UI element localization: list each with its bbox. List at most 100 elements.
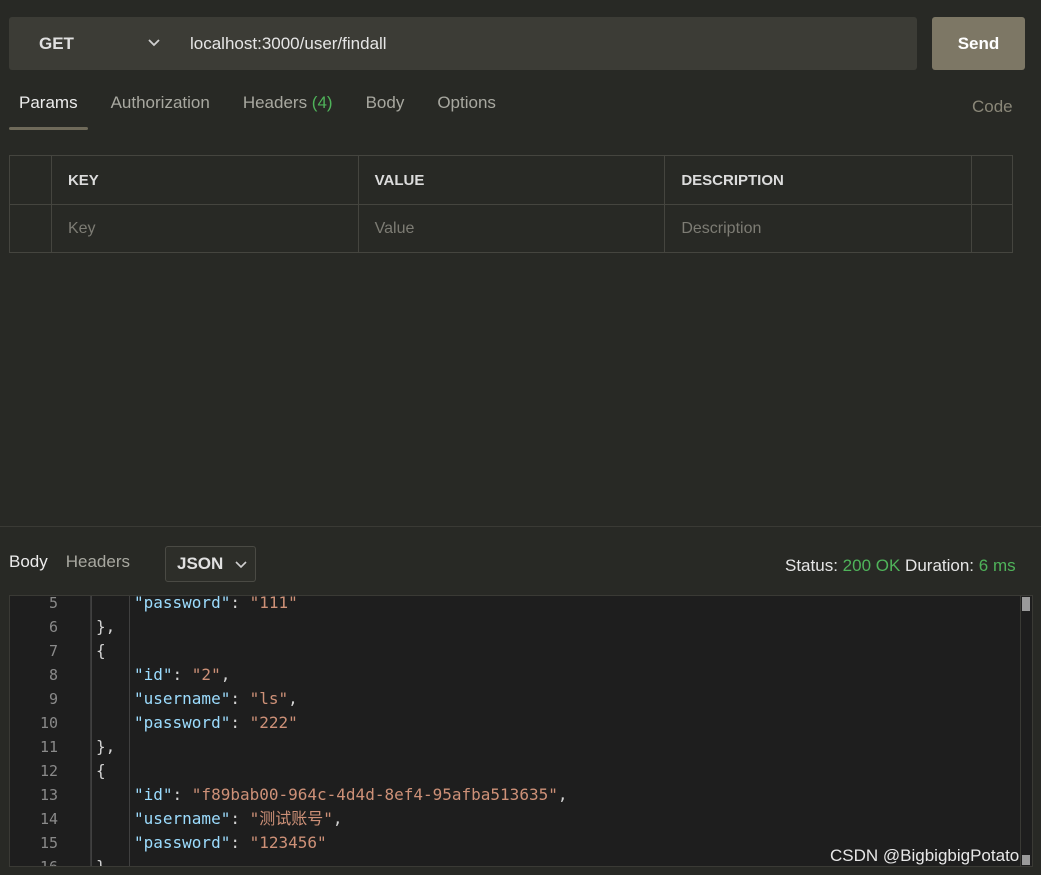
code-line: 14 "username": "测试账号",	[10, 807, 1020, 831]
json-string: "测试账号"	[249, 809, 333, 828]
format-select-label: JSON	[177, 554, 224, 573]
response-tab-body[interactable]: Body	[9, 552, 48, 572]
code-text: {	[96, 639, 106, 663]
chevron-down-icon	[147, 33, 161, 51]
tab-authorization[interactable]: Authorization	[101, 88, 220, 130]
response-status: Status: 200 OK Duration: 6 ms	[785, 556, 1016, 576]
response-body-editor[interactable]: 5 "password": "111" 6}, 7{8 "id": "2", 9 "user…	[9, 595, 1033, 867]
scrollbar-thumb[interactable]	[1022, 597, 1030, 611]
json-key: "password"	[134, 713, 231, 732]
request-bar: GET localhost:3000/user/findall	[9, 17, 917, 70]
code-line: 11},	[10, 735, 1020, 759]
response-tab-headers[interactable]: Headers	[66, 552, 130, 572]
code-line: 7{	[10, 639, 1020, 663]
code-text: "password": "222"	[134, 711, 298, 735]
params-table: KEY VALUE DESCRIPTION Key Value Descript…	[9, 155, 1013, 253]
line-number: 13	[39, 786, 58, 804]
code-text: "password": "111"	[134, 595, 298, 615]
json-punctuation: {	[96, 641, 106, 660]
code-text: "id": "2",	[134, 663, 230, 687]
headers-count-badge: (4)	[311, 93, 333, 112]
line-number: 6	[48, 618, 58, 636]
format-select[interactable]: JSON	[165, 546, 256, 582]
code-text: "username": "测试账号",	[134, 807, 343, 831]
code-line: 8 "id": "2",	[10, 663, 1020, 687]
actions-column-header	[971, 156, 1012, 204]
row-actions	[971, 205, 1012, 253]
code-line: 10 "password": "222"	[10, 711, 1020, 735]
code-text: }	[96, 855, 106, 866]
tab-body[interactable]: Body	[356, 88, 415, 130]
line-number: 7	[48, 642, 58, 660]
json-punctuation: :	[230, 833, 250, 852]
json-punctuation: ,	[557, 785, 568, 804]
json-punctuation: :	[230, 809, 250, 828]
json-punctuation: {	[96, 761, 106, 780]
response-tabs: Body Headers	[9, 552, 148, 572]
value-input[interactable]: Value	[357, 205, 665, 253]
chevron-down-icon	[235, 557, 247, 572]
json-punctuation: ,	[288, 689, 298, 708]
json-punctuation: :	[230, 713, 250, 732]
json-punctuation: },	[96, 737, 116, 756]
status-label: Status:	[785, 556, 838, 575]
line-number: 14	[39, 810, 58, 828]
json-string: "ls"	[249, 689, 289, 708]
request-tabs: Params Authorization Headers (4) Body Op…	[9, 88, 519, 130]
json-key: "id"	[134, 665, 173, 684]
code-text: "id": "f89bab00-964c-4d4d-8ef4-95afba513…	[134, 783, 567, 807]
json-key: "password"	[134, 595, 231, 612]
duration-label: Duration:	[905, 556, 975, 575]
description-input[interactable]: Description	[664, 205, 971, 253]
tab-params[interactable]: Params	[9, 88, 88, 130]
code-line: 6},	[10, 615, 1020, 639]
json-string: "222"	[249, 713, 298, 732]
json-key: "id"	[134, 785, 173, 804]
params-header-row: KEY VALUE DESCRIPTION	[10, 156, 1012, 204]
key-input[interactable]: Key	[50, 205, 358, 253]
scroll-down-arrow-icon[interactable]	[1022, 855, 1030, 865]
line-number: 15	[39, 834, 58, 852]
json-punctuation: :	[172, 665, 192, 684]
code-text: "username": "ls",	[134, 687, 298, 711]
json-key: "password"	[134, 833, 231, 852]
tab-body-label: Body	[365, 93, 405, 112]
params-input-row: Key Value Description	[10, 204, 1012, 253]
json-punctuation: ,	[220, 665, 231, 684]
line-number: 16	[39, 858, 58, 867]
json-string: "111"	[249, 595, 298, 612]
tab-options[interactable]: Options	[427, 88, 506, 130]
json-string: "123456"	[249, 833, 327, 852]
line-number: 9	[48, 690, 58, 708]
line-number: 5	[48, 595, 58, 612]
json-key: "username"	[134, 809, 231, 828]
code-line: 5 "password": "111"	[10, 595, 1020, 615]
json-punctuation: :	[172, 785, 192, 804]
vertical-scrollbar[interactable]	[1020, 595, 1030, 867]
json-string: "f89bab00-964c-4d4d-8ef4-95afba513635"	[191, 785, 558, 804]
status-value: 200 OK	[842, 556, 901, 575]
line-number: 8	[48, 666, 58, 684]
response-divider[interactable]	[0, 526, 1041, 527]
code-text: {	[96, 759, 106, 783]
method-label: GET	[39, 33, 74, 53]
code-link[interactable]: Code	[972, 97, 1013, 117]
tab-params-label: Params	[19, 93, 78, 112]
row-checkbox[interactable]	[10, 205, 51, 253]
json-punctuation: ,	[332, 809, 343, 828]
code-line: 9 "username": "ls",	[10, 687, 1020, 711]
code-line: 13 "id": "f89bab00-964c-4d4d-8ef4-95afba5…	[10, 783, 1020, 807]
url-input[interactable]: localhost:3000/user/findall	[174, 34, 387, 54]
json-punctuation: },	[96, 617, 116, 636]
column-header-value: VALUE	[357, 156, 665, 204]
tab-headers-label: Headers	[242, 93, 312, 112]
line-number: 12	[39, 762, 58, 780]
method-select[interactable]: GET	[9, 17, 174, 70]
duration-value: 6 ms	[978, 556, 1016, 575]
tab-headers[interactable]: Headers (4)	[233, 88, 343, 130]
watermark: CSDN @BigbigbigPotato	[830, 846, 1020, 865]
send-button[interactable]: Send	[932, 17, 1025, 70]
json-punctuation: :	[230, 689, 250, 708]
checkbox-column-header	[10, 156, 51, 204]
code-line: 12 {	[10, 759, 1020, 783]
